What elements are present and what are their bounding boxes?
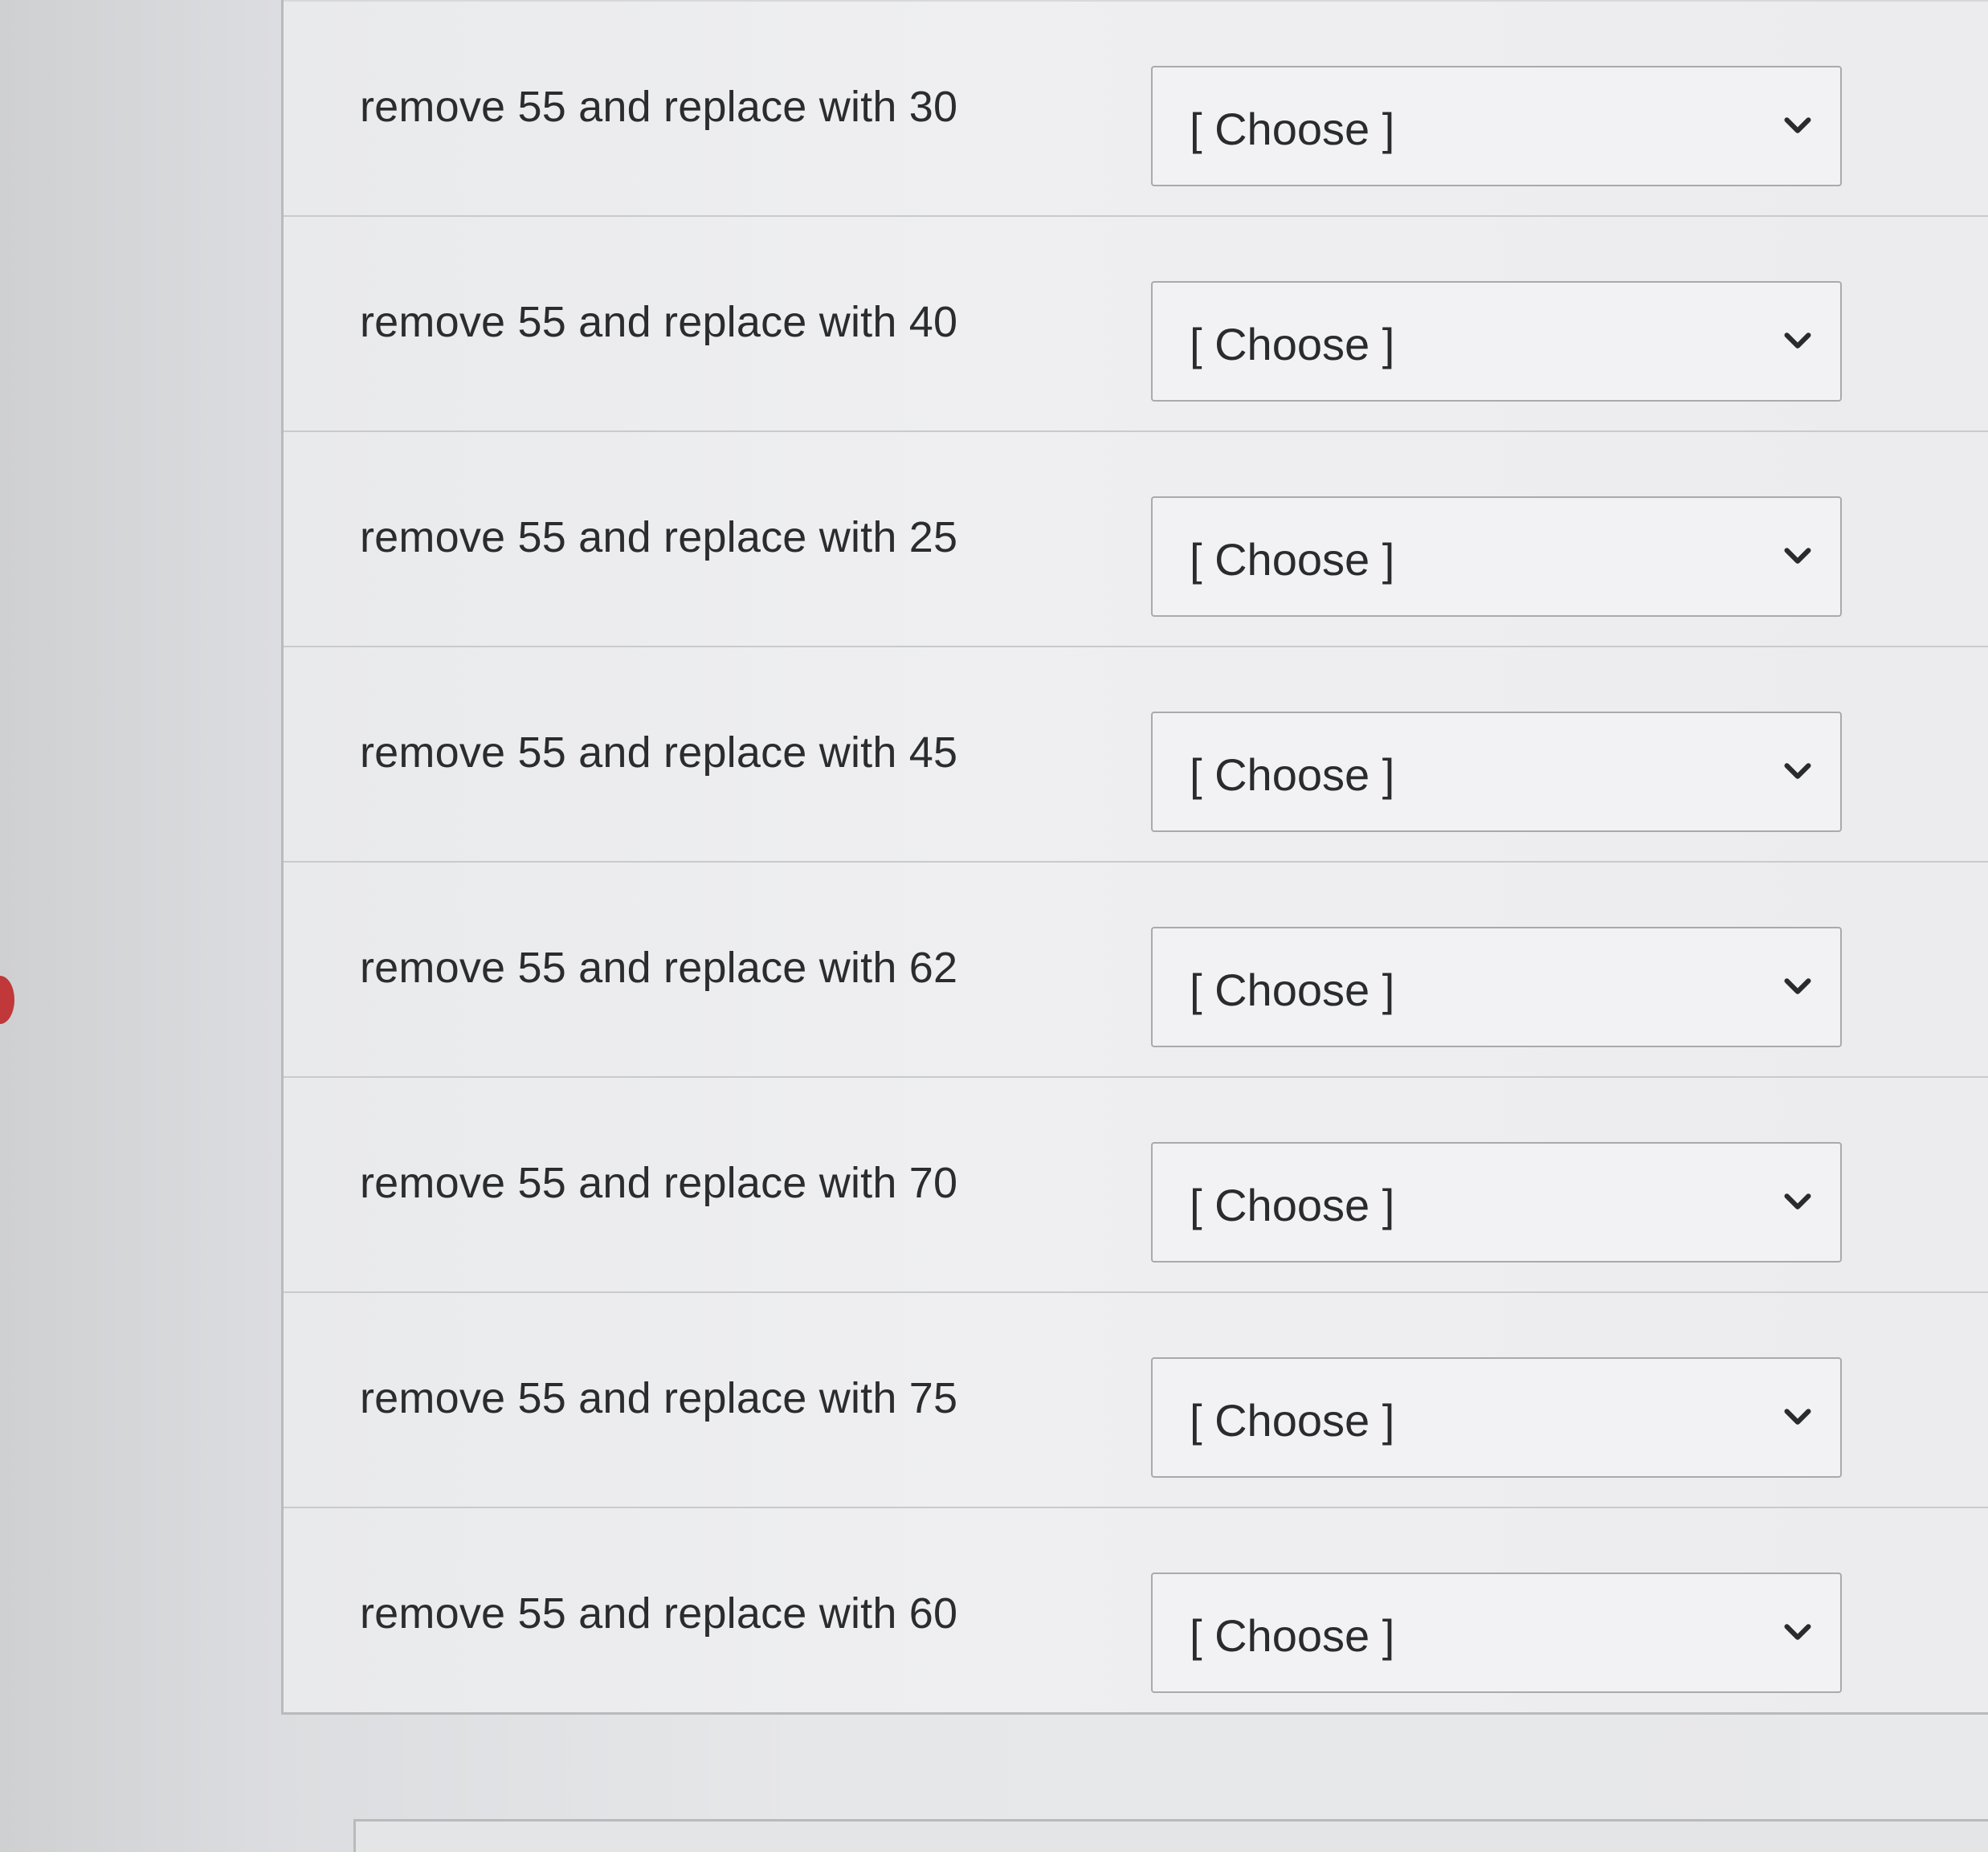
answer-dropdown[interactable]: [ Choose ] xyxy=(1151,66,1842,186)
chevron-down-icon xyxy=(1779,1184,1816,1221)
answer-row: remove 55 and replace with 45 [ Choose ] xyxy=(284,646,1988,861)
edge-marker xyxy=(0,976,14,1024)
chevron-down-icon xyxy=(1779,538,1816,575)
answer-dropdown[interactable]: [ Choose ] xyxy=(1151,712,1842,832)
page: remove 55 and replace with 30 [ Choose ]… xyxy=(0,0,1988,1852)
dropdown-value: [ Choose ] xyxy=(1190,319,1395,369)
dropdown-value: [ Choose ] xyxy=(1190,965,1395,1015)
dropdown-value: [ Choose ] xyxy=(1190,534,1395,585)
answer-rows: remove 55 and replace with 30 [ Choose ]… xyxy=(284,0,1988,1722)
answer-dropdown[interactable]: [ Choose ] xyxy=(1151,281,1842,402)
answer-dropdown[interactable]: [ Choose ] xyxy=(1151,1573,1842,1693)
chevron-down-icon xyxy=(1779,1399,1816,1436)
answer-dropdown[interactable]: [ Choose ] xyxy=(1151,927,1842,1047)
dropdown-value: [ Choose ] xyxy=(1190,1610,1395,1661)
answer-label: remove 55 and replace with 60 xyxy=(360,1589,958,1638)
answer-row: remove 55 and replace with 25 [ Choose ] xyxy=(284,430,1988,646)
answer-row: remove 55 and replace with 62 [ Choose ] xyxy=(284,861,1988,1076)
answer-label: remove 55 and replace with 70 xyxy=(360,1159,958,1207)
dropdown-value: [ Choose ] xyxy=(1190,104,1395,154)
answer-row: remove 55 and replace with 60 [ Choose ] xyxy=(284,1507,1988,1722)
answer-dropdown[interactable]: [ Choose ] xyxy=(1151,1142,1842,1263)
answer-label: remove 55 and replace with 62 xyxy=(360,944,958,992)
answer-label: remove 55 and replace with 45 xyxy=(360,728,958,777)
chevron-down-icon xyxy=(1779,108,1816,145)
answer-label: remove 55 and replace with 40 xyxy=(360,298,958,346)
chevron-down-icon xyxy=(1779,1614,1816,1651)
dropdown-value: [ Choose ] xyxy=(1190,1395,1395,1446)
chevron-down-icon xyxy=(1779,753,1816,790)
next-question-panel xyxy=(353,1819,1988,1852)
answer-label: remove 55 and replace with 30 xyxy=(360,83,958,131)
answer-row: remove 55 and replace with 75 [ Choose ] xyxy=(284,1291,1988,1507)
answer-row: remove 55 and replace with 70 [ Choose ] xyxy=(284,1076,1988,1291)
answer-row: remove 55 and replace with 40 [ Choose ] xyxy=(284,215,1988,430)
matching-question-panel: remove 55 and replace with 30 [ Choose ]… xyxy=(281,0,1988,1715)
chevron-down-icon xyxy=(1779,969,1816,1006)
answer-label: remove 55 and replace with 75 xyxy=(360,1374,958,1422)
answer-row: remove 55 and replace with 30 [ Choose ] xyxy=(284,0,1988,215)
answer-dropdown[interactable]: [ Choose ] xyxy=(1151,496,1842,617)
chevron-down-icon xyxy=(1779,323,1816,360)
dropdown-value: [ Choose ] xyxy=(1190,749,1395,800)
dropdown-value: [ Choose ] xyxy=(1190,1180,1395,1230)
answer-label: remove 55 and replace with 25 xyxy=(360,513,958,561)
answer-dropdown[interactable]: [ Choose ] xyxy=(1151,1357,1842,1478)
